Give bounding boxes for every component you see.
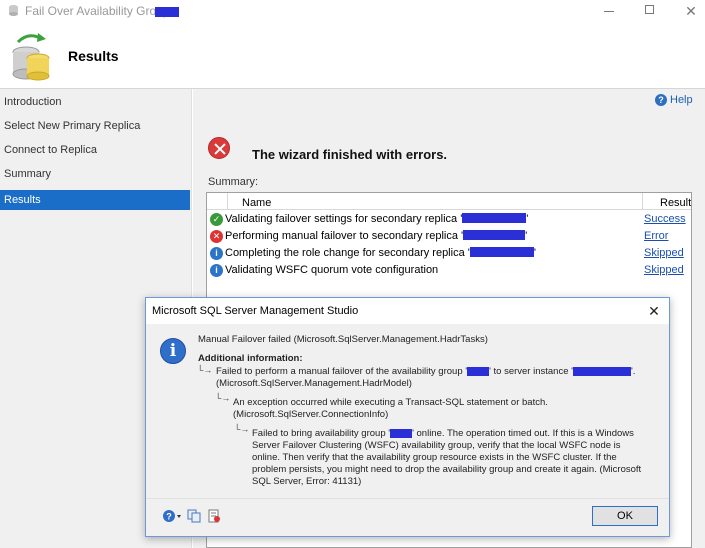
page-title: Results [68,48,119,64]
status-message: The wizard finished with errors. [252,147,448,162]
error-detail-3-line: problem persists, you might need to drop… [252,464,642,475]
row-text: Validating failover settings for seconda… [225,213,463,225]
app-icon [9,5,18,16]
nav-item-select-new-primary-replica[interactable]: Select New Primary Replica [0,116,190,136]
error-icon: ✕ [210,230,223,243]
maximize-icon [645,5,654,14]
row-name: Completing the role change for secondary… [225,247,536,259]
result-link[interactable]: Error [644,230,668,242]
header-divider [207,209,691,210]
error-detail-3-line: online. Then verify that the availabilit… [252,452,617,463]
help-label: Help [670,94,693,106]
row-name: Validating failover settings for seconda… [225,213,528,225]
table-row: i Completing the role change for seconda… [207,245,691,262]
database-failover-icon [12,33,50,81]
table-row: ✓ Validating failover settings for secon… [207,211,691,228]
error-source-1: (Microsoft.SqlServer.Management.HadrMode… [216,378,412,389]
row-text: Validating WSFC quorum vote configuratio… [225,264,439,276]
tree-arrow-icon: └→ [215,393,231,403]
additional-info-heading: Additional information: [198,353,303,364]
nav-item-summary[interactable]: Summary [0,164,190,184]
row-name: Performing manual failover to secondary … [225,230,527,242]
details-icon[interactable] [207,509,221,523]
error-detail-1: Failed to perform a manual failover of t… [216,366,635,377]
redacted-name [467,366,490,376]
column-separator [227,193,228,209]
error-detail-3: Failed to bring availability group ' ' on… [252,428,634,439]
nav-item-introduction[interactable]: Introduction [0,92,190,112]
error-text: ' to server instance ' [489,366,573,377]
nav-item-label: Connect to Replica [4,144,97,156]
dialog-title: Microsoft SQL Server Management Studio [152,305,359,317]
table-row: i Validating WSFC quorum vote configurat… [207,262,691,279]
row-suffix: ' [526,213,529,225]
row-name: Validating WSFC quorum vote configuratio… [225,264,438,276]
error-text: ' online. The operation timed out. If th… [412,428,634,439]
info-icon: i [160,338,186,364]
copy-icon[interactable] [187,509,201,523]
table-row: ✕ Performing manual failover to secondar… [207,228,691,245]
row-suffix: ' [533,247,536,259]
error-dialog: Microsoft SQL Server Management Studio ✕… [145,297,670,537]
row-text: Completing the role change for secondary… [225,247,470,259]
redacted-name [462,213,527,223]
error-text: Failed to bring availability group ' [252,428,391,439]
nav-item-label: Results [4,194,41,206]
error-summary: Manual Failover failed (Microsoft.SqlSer… [198,334,488,345]
redacted-name [463,230,526,240]
close-icon: ✕ [685,3,697,19]
nav-item-label: Introduction [4,96,62,108]
error-text: '. [630,366,636,377]
dialog-close-button[interactable]: ✕ [643,301,665,321]
help-link[interactable]: ? Help [655,94,693,107]
close-button[interactable]: ✕ [668,0,705,22]
nav-item-results[interactable]: Results [0,190,190,210]
wizard-header: Results [0,22,705,89]
ok-button[interactable]: OK [592,506,658,526]
row-suffix: ' [525,230,528,242]
nav-item-label: Summary [4,168,52,180]
error-detail-3-line: Server Failover Clustering (WSFC) availa… [252,440,621,451]
result-link[interactable]: Success [644,213,686,225]
info-icon: i [210,247,223,260]
error-detail-3-line: SQL Server, Error: 41131) [252,476,362,487]
column-header-name[interactable]: Name [242,197,271,209]
success-icon: ✓ [210,213,223,226]
redacted-name [155,7,179,17]
column-header-result[interactable]: Result [660,197,691,209]
help-icon: ? [655,94,667,107]
redacted-name [390,428,413,438]
dialog-divider [146,498,669,499]
dialog-titlebar: Microsoft SQL Server Management Studio ✕ [146,298,669,324]
column-separator [642,193,643,209]
info-icon: i [210,264,223,277]
error-source-2: (Microsoft.SqlServer.ConnectionInfo) [233,409,389,420]
help-dropdown-icon[interactable]: ? [162,509,182,523]
window-titlebar: Fail Over Availability Group: ✕ [0,0,705,22]
minimize-icon [604,11,614,12]
row-text: Performing manual failover to secondary … [225,230,464,242]
error-detail-2: An exception occurred while executing a … [233,397,548,408]
tree-arrow-icon: └→ [234,424,250,434]
result-link[interactable]: Skipped [644,264,684,276]
nav-item-connect-to-replica[interactable]: Connect to Replica [0,140,190,160]
tree-arrow-icon: └→ [197,365,213,375]
window-title: Fail Over Availability Group: [25,4,173,18]
summary-label: Summary: [208,176,259,188]
svg-text:?: ? [166,512,172,522]
result-link[interactable]: Skipped [644,247,684,259]
redacted-name [469,247,534,257]
error-icon [208,137,230,159]
redacted-name [572,366,631,376]
error-text: Failed to perform a manual failover of t… [216,366,468,377]
nav-item-label: Select New Primary Replica [4,120,141,132]
